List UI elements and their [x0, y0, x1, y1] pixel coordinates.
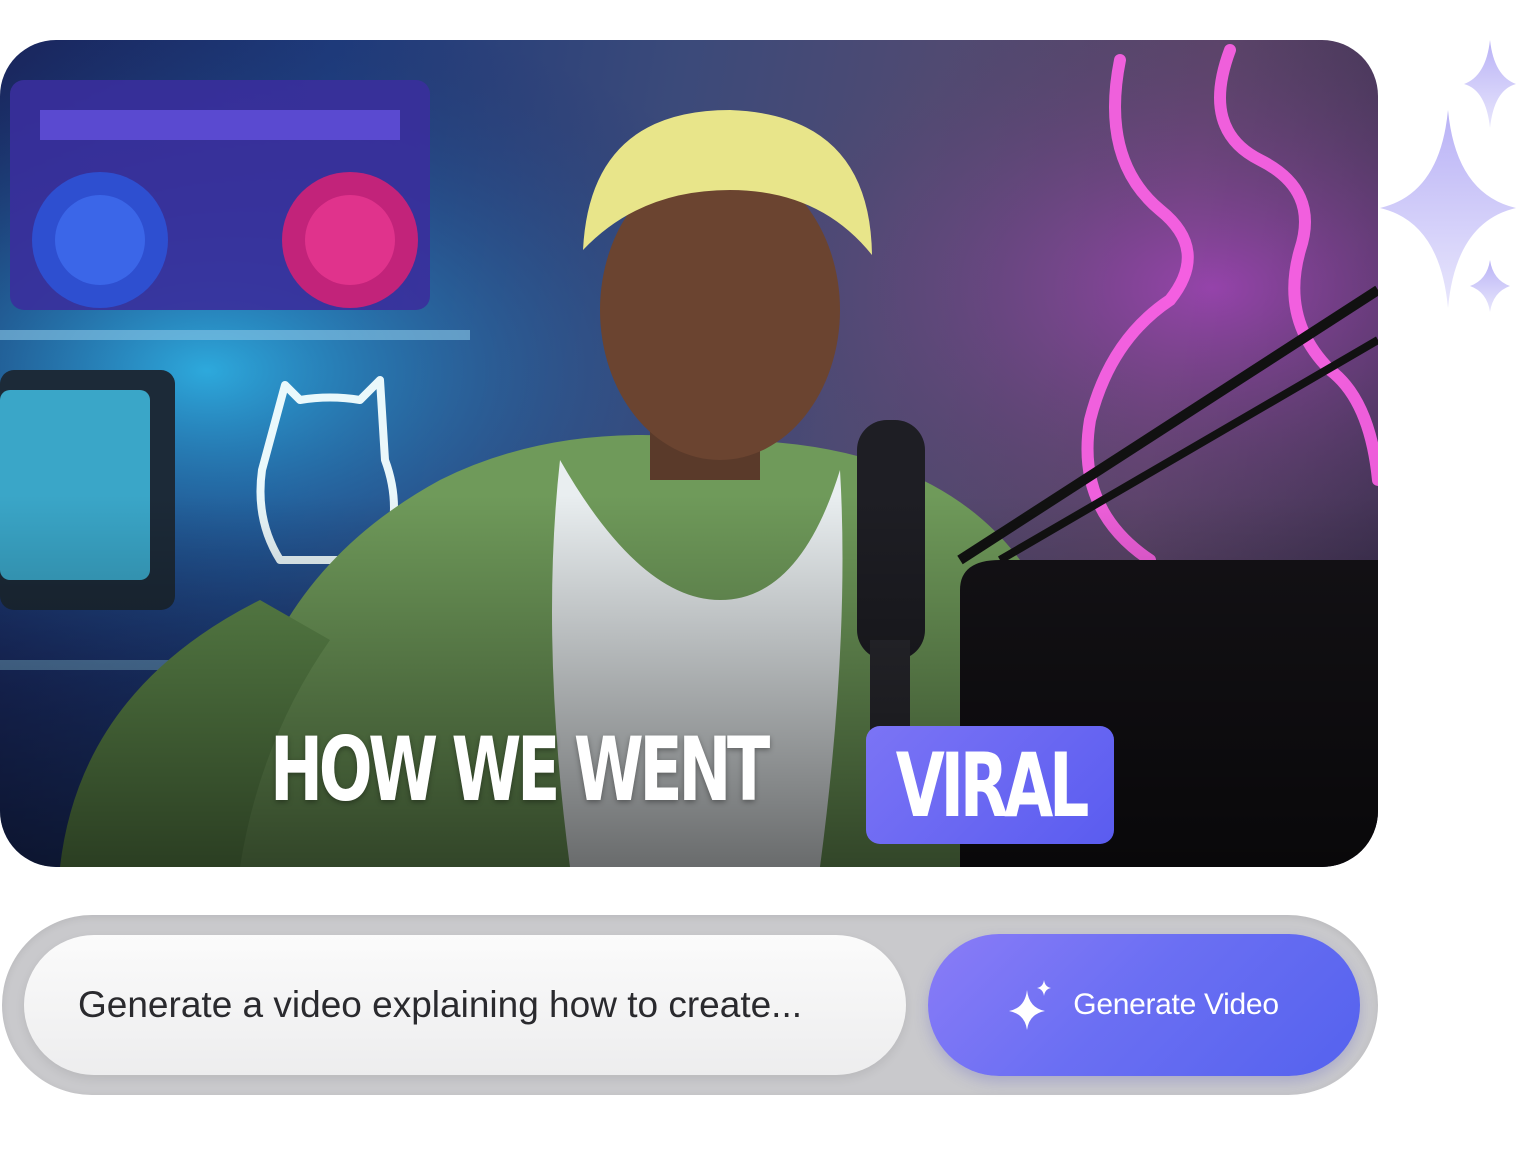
sparkle-icon: [1009, 980, 1052, 1030]
prompt-input[interactable]: [24, 935, 906, 1075]
generate-video-button[interactable]: Generate Video: [928, 934, 1360, 1076]
caption-highlight-holder: VIRAL: [270, 726, 1170, 846]
sparkles-icon: [1380, 40, 1516, 312]
app-stage: HOW WE WENT VIRAL Generate a video expla…: [0, 0, 1536, 1152]
prompt-bar: Generate Video: [2, 915, 1378, 1095]
video-preview[interactable]: HOW WE WENT VIRAL: [0, 40, 1378, 867]
generate-video-label: Generate Video: [1073, 988, 1279, 1021]
caption-highlight-box: VIRAL: [866, 726, 1114, 844]
caption-highlight-text: VIRAL: [895, 733, 1089, 837]
